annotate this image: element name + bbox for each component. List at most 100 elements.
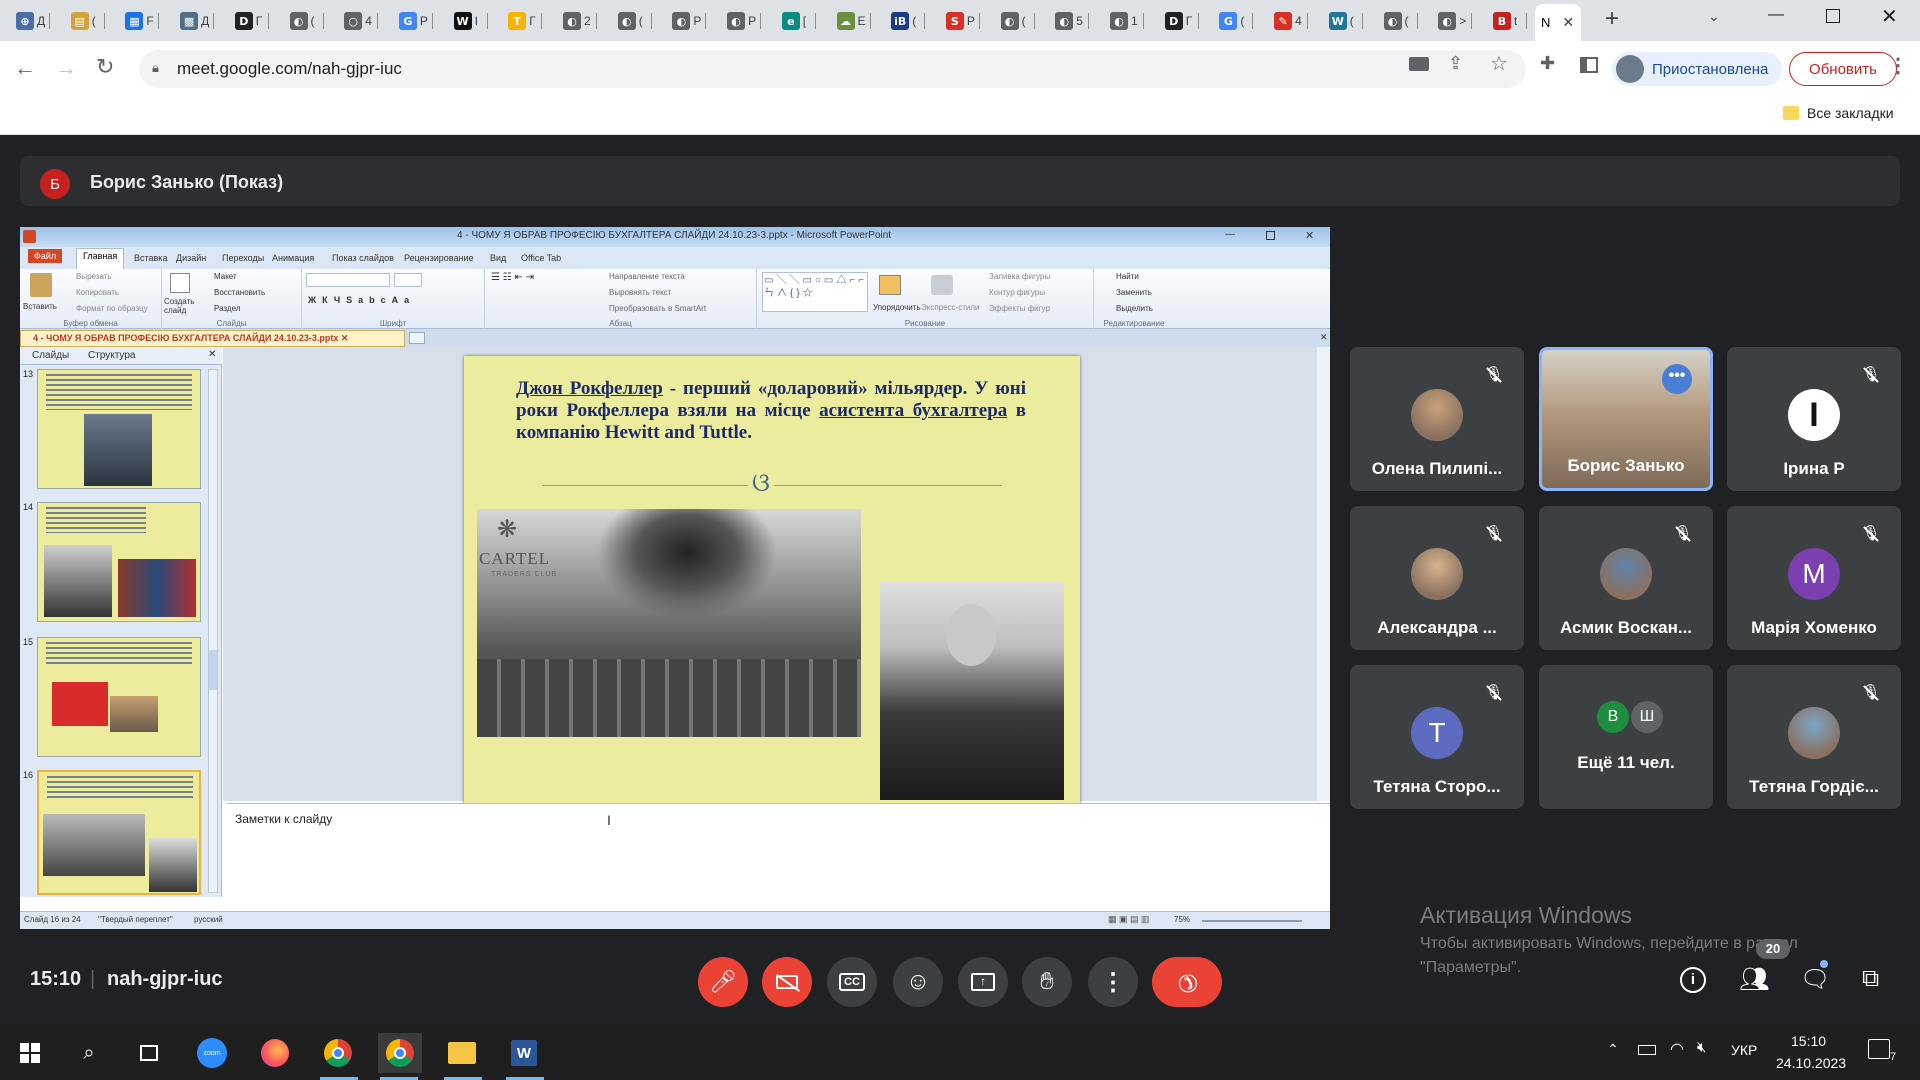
present-button[interactable]: ↑: [958, 957, 1008, 1007]
meeting-info-button[interactable]: i: [1680, 967, 1706, 993]
browser-tab[interactable]: ◐ Р: [666, 8, 707, 34]
ribbon-tab[interactable]: Главная: [76, 248, 125, 269]
browser-tab[interactable]: TГ: [502, 8, 543, 34]
browser-tab[interactable]: DГ: [229, 8, 269, 34]
browser-tab[interactable]: WI: [448, 8, 488, 34]
browser-tab[interactable]: DГ: [1159, 8, 1199, 34]
participant-tile[interactable]: M 🎙︎ Марія Хоменко: [1727, 506, 1901, 650]
ribbon-tab[interactable]: Переходы: [216, 251, 270, 265]
back-button[interactable]: ←: [14, 55, 36, 81]
browser-tab[interactable]: ☁ Е: [831, 8, 871, 34]
browser-tab[interactable]: ⊕ Д: [10, 8, 50, 34]
side-panel-icon[interactable]: [1580, 57, 1598, 73]
new-document-tab-button[interactable]: [409, 332, 425, 344]
tab-google-meet-active[interactable]: N ✕: [1535, 4, 1581, 41]
ribbon-tab[interactable]: Рецензирование: [398, 251, 480, 265]
taskbar-word-app[interactable]: W: [502, 1033, 546, 1073]
copy-button[interactable]: Копировать: [76, 288, 119, 297]
taskbar-firefox-app[interactable]: [253, 1033, 297, 1073]
ribbon-tab[interactable]: Файл: [28, 249, 63, 263]
participant-tile[interactable]: T 🎙︎ Тетяна Сторо...: [1350, 665, 1524, 809]
ppt-maximize-button[interactable]: [1266, 231, 1275, 240]
reset-button[interactable]: Восстановить: [214, 288, 265, 297]
browser-tab[interactable]: ▤(: [65, 8, 105, 34]
tray-overflow-icon[interactable]: ⌃: [1607, 1041, 1619, 1058]
profile-chip[interactable]: Приостановлена: [1612, 52, 1782, 86]
participant-tile[interactable]: ••• Борис Занько: [1539, 347, 1713, 491]
tab-slides[interactable]: Слайды: [32, 350, 69, 361]
browser-tab[interactable]: iB(: [885, 8, 926, 34]
close-panel-icon[interactable]: ✕: [208, 349, 216, 360]
section-button[interactable]: Раздел: [214, 304, 240, 313]
browser-tab[interactable]: ◐ 5: [1049, 8, 1090, 34]
browser-tab[interactable]: ◐ >: [1432, 8, 1473, 34]
new-slide-button[interactable]: Создать слайд: [164, 297, 198, 315]
close-tab-icon[interactable]: ✕: [1562, 14, 1574, 31]
forward-button[interactable]: →: [55, 55, 77, 81]
zoom-level[interactable]: 75%: [1174, 915, 1190, 924]
smartart-button[interactable]: Преобразовать в SmartArt: [609, 304, 706, 313]
url-text[interactable]: meet.google.com/nah-gjpr-iuc: [177, 59, 402, 79]
language-indicator[interactable]: УКР: [1731, 1042, 1757, 1058]
browser-tab[interactable]: ◐(: [612, 8, 652, 34]
bookmark-star-icon[interactable]: ☆: [1490, 51, 1508, 76]
cut-button[interactable]: Вырезать: [76, 272, 112, 281]
battery-icon[interactable]: [1638, 1045, 1656, 1055]
font-name-combo[interactable]: [306, 273, 390, 287]
browser-tab[interactable]: ◐(: [1378, 8, 1418, 34]
chat-button[interactable]: 🗨︎: [1800, 965, 1830, 994]
find-button[interactable]: Найти: [1116, 272, 1139, 281]
browser-tab[interactable]: ◐ 1: [1104, 8, 1144, 34]
clock-time[interactable]: 15:10: [1791, 1033, 1826, 1049]
replace-button[interactable]: Заменить: [1116, 288, 1152, 297]
camera-in-use-icon[interactable]: [1409, 57, 1429, 71]
taskbar-chrome-app[interactable]: [316, 1033, 360, 1073]
list-buttons[interactable]: ☰ ☷ ⇤ ⇥: [491, 272, 534, 283]
browser-tab[interactable]: G(: [1213, 8, 1254, 34]
browser-tab[interactable]: Bt: [1487, 8, 1527, 34]
taskbar-zoom-app[interactable]: zoom: [190, 1033, 234, 1073]
mic-off-button[interactable]: 🎤︎: [698, 957, 748, 1007]
browser-tab[interactable]: ○ 4: [338, 8, 379, 34]
shape-outline-button[interactable]: Контур фигуры: [989, 288, 1045, 297]
more-options-button[interactable]: ⋮: [1088, 957, 1138, 1007]
raise-hand-button[interactable]: ✋︎: [1022, 957, 1072, 1007]
slide-vertical-scrollbar[interactable]: [1317, 347, 1330, 801]
doctab-close-icon[interactable]: ✕: [1320, 332, 1328, 343]
extensions-icon[interactable]: ✚: [1540, 53, 1555, 74]
slide-link-rockefeller[interactable]: Джон Рокфеллер: [516, 378, 663, 399]
participant-tile[interactable]: I 🎙︎ Ірина Р: [1727, 347, 1901, 491]
search-button[interactable]: ⌕: [67, 1033, 111, 1073]
new-tab-button[interactable]: +: [1598, 6, 1626, 34]
browser-tab[interactable]: ◐(: [284, 8, 324, 34]
text-direction-button[interactable]: Направление текста: [609, 272, 685, 281]
arrange-button[interactable]: Упорядочить: [873, 303, 921, 312]
slide-thumbnail-13[interactable]: [37, 369, 201, 489]
browser-tab[interactable]: W(: [1323, 8, 1363, 34]
select-button[interactable]: Выделить: [1116, 304, 1153, 313]
tab-search-icon[interactable]: ⌄: [1708, 8, 1720, 25]
reactions-button[interactable]: ☺: [893, 957, 943, 1007]
browser-tab[interactable]: ◐(: [995, 8, 1035, 34]
participant-tile[interactable]: 🎙︎ Тетяна Гордіє...: [1727, 665, 1901, 809]
minimize-window-button[interactable]: —: [1768, 6, 1788, 24]
shape-effects-button[interactable]: Эффекты фигур: [989, 304, 1050, 313]
slide-link-assistant[interactable]: асистента бухгалтера: [819, 400, 1007, 421]
chrome-menu-icon[interactable]: ⋮: [1888, 53, 1908, 78]
start-button[interactable]: [8, 1033, 52, 1073]
maximize-window-button[interactable]: [1826, 9, 1840, 23]
ppt-close-button[interactable]: ✕: [1305, 229, 1314, 242]
clock-date[interactable]: 24.10.2023: [1776, 1055, 1846, 1071]
wifi-icon[interactable]: ◠: [1670, 1039, 1684, 1059]
notifications-button[interactable]: [1868, 1039, 1890, 1059]
taskbar-explorer-app[interactable]: [440, 1033, 484, 1073]
ribbon-tab[interactable]: Вставка: [128, 251, 173, 265]
reload-button[interactable]: ↻: [96, 54, 114, 80]
browser-tab[interactable]: e[: [776, 8, 816, 34]
zoom-slider[interactable]: [1202, 920, 1302, 922]
captions-button[interactable]: CC: [827, 957, 877, 1007]
ppt-minimize-button[interactable]: —: [1225, 229, 1235, 240]
participant-tile[interactable]: 🎙︎ Александра ...: [1350, 506, 1524, 650]
ribbon-tab[interactable]: Office Tab: [515, 251, 567, 265]
document-tab[interactable]: 4 - ЧОМУ Я ОБРАВ ПРОФЕСІЮ БУХГАЛТЕРА СЛА…: [20, 330, 405, 347]
